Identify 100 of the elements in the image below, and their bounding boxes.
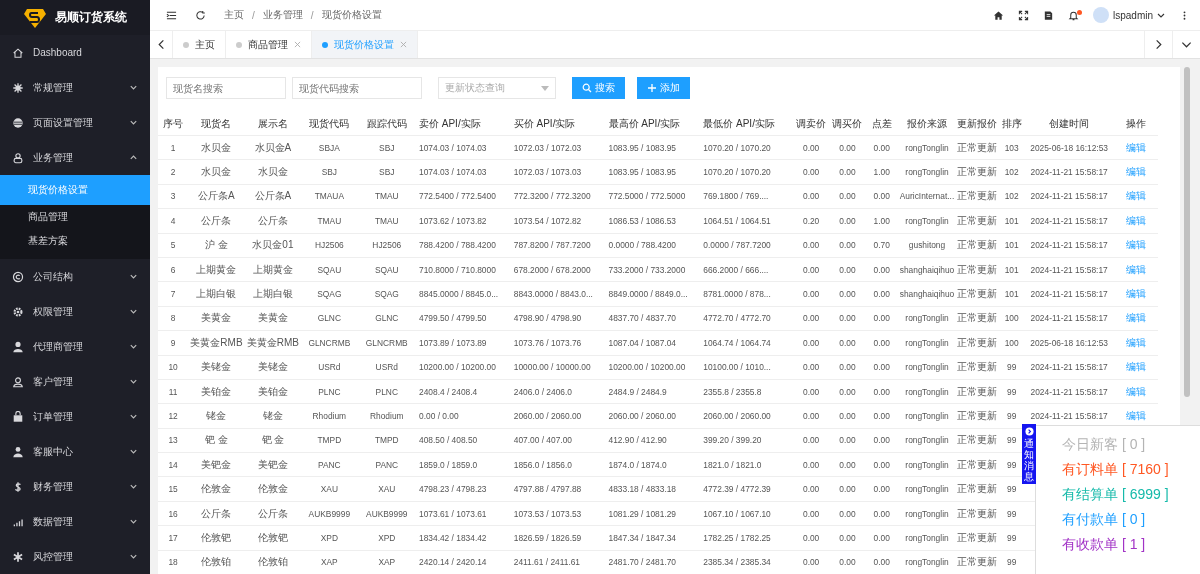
table-cell: 0.00 / 0.00 <box>416 403 511 429</box>
table-cell: XPD <box>301 525 358 551</box>
submenu-item[interactable]: 商品管理 <box>0 205 150 229</box>
table-cell: 1 <box>158 135 189 160</box>
table-cell: GLNC <box>357 306 416 331</box>
table-cell: 4798.90 / 4798.90 <box>510 306 606 331</box>
table-cell: 2024-11-21 15:58:17 <box>1024 379 1114 404</box>
table-cell: 4798.23 / 4798.23 <box>416 476 511 502</box>
notice-item[interactable]: 有订料单 [ 7160 ] <box>1062 461 1200 480</box>
submenu-item[interactable]: 基差方案 <box>0 229 150 253</box>
refresh-icon[interactable] <box>195 9 206 21</box>
table-cell: 1064.74 / 1064.74 <box>700 330 793 355</box>
table-cell: 铑金 <box>244 403 302 429</box>
chevron-circle-icon <box>1024 427 1034 437</box>
sidebar-item[interactable]: 客服中心 <box>0 434 150 469</box>
column-header: 序号 <box>158 112 189 136</box>
column-header: 点差 <box>865 112 898 136</box>
sidebar-item[interactable]: Dashboard <box>0 35 150 70</box>
column-header: 现货代码 <box>301 112 358 136</box>
table-cell: 772.5400 / 772.5400 <box>416 184 511 209</box>
book-icon[interactable] <box>1042 9 1054 21</box>
table-cell: rongTonglin <box>897 330 957 355</box>
table-cell: 1073.61 / 1073.61 <box>416 501 511 526</box>
table-cell: 正常更新 <box>956 281 999 307</box>
breadcrumb-separator: / <box>252 9 255 21</box>
breadcrumb-link[interactable]: 业务管理 <box>262 8 303 22</box>
table-cell: 0.00 <box>829 403 866 429</box>
table-cell: USRd <box>301 355 358 380</box>
table-cell: 2355.8 / 2355.8 <box>700 379 793 404</box>
breadcrumb-link[interactable]: 主页 <box>224 8 244 22</box>
sidebar-item[interactable]: 订单管理 <box>0 399 150 434</box>
table-cell: 101 <box>998 208 1025 234</box>
scrollbar-thumb[interactable] <box>1184 67 1190 397</box>
table-cell: 1087.04 / 1087.04 <box>605 330 701 355</box>
table-cell: 0.00 <box>865 550 898 574</box>
table-cell: 8781.0000 / 878... <box>700 281 793 307</box>
table-cell: rongTonglin <box>897 550 957 574</box>
table-cell: 408.50 / 408.50 <box>416 428 511 453</box>
table-cell: 0.00 <box>829 355 866 380</box>
table-cell: 美铂金 <box>188 379 245 404</box>
table-cell: 美黄金 <box>244 306 302 331</box>
sidebar-item[interactable]: 财务管理 <box>0 469 150 504</box>
sidebar-item[interactable]: 客户管理 <box>0 364 150 399</box>
sidebar-item[interactable]: 业务管理 <box>0 140 150 175</box>
breadcrumb-link[interactable]: 现货价格设置 <box>321 8 382 22</box>
column-header: 跟踪代码 <box>357 112 416 136</box>
table-cell: 10200.00 / 10200.00 <box>416 355 511 380</box>
table-cell: 钯 金 <box>244 428 302 453</box>
table-cell: 772.5000 / 772.5000 <box>605 184 701 209</box>
sidebar-item[interactable]: 页面设置管理 <box>0 105 150 140</box>
table-cell: 1083.95 / 1083.95 <box>605 159 701 185</box>
notice-tab[interactable]: 通知消息 <box>1022 424 1036 485</box>
fullscreen-icon[interactable] <box>1017 9 1029 21</box>
table-cell: 0.00 <box>865 428 898 453</box>
sidebar-item[interactable]: 常规管理 <box>0 70 150 105</box>
table-cell: 正常更新 <box>956 135 999 160</box>
table-cell: 公斤条A <box>244 184 302 209</box>
column-header: 最高价 API/实际 <box>605 112 701 136</box>
table-cell: 1826.59 / 1826.59 <box>510 525 606 551</box>
table-cell: 2060.00 / 2060.00 <box>700 403 793 429</box>
table-cell: 1847.34 / 1847.34 <box>605 525 701 551</box>
sidebar-item[interactable]: 代理商管理 <box>0 329 150 364</box>
table-cell: 0.00 <box>865 501 898 526</box>
table-cell: gushitong <box>897 233 957 258</box>
sidebar-item[interactable]: 公司结构 <box>0 259 150 294</box>
breadcrumb-separator: / <box>310 9 314 21</box>
table-cell: 正常更新 <box>956 159 999 185</box>
page-tab[interactable]: 主页 <box>173 31 226 58</box>
table-cell: TMPD <box>301 428 358 453</box>
sidebar-item[interactable]: 风控管理 <box>0 539 150 574</box>
table-cell: 水贝金 <box>188 135 245 160</box>
search-field[interactable]: 现货代码搜索 <box>292 77 422 99</box>
table-cell: Rhodium <box>301 403 358 429</box>
user-menu[interactable]: lspadmin <box>1092 7 1165 23</box>
table-cell: 伦敦金 <box>244 476 302 502</box>
table-cell: 1070.20 / 1070.20 <box>700 159 793 185</box>
table-cell: 99 <box>998 379 1025 404</box>
table-cell: 0.00 <box>793 403 830 429</box>
sidebar-item[interactable]: 权限管理 <box>0 294 150 329</box>
table-cell: 99 <box>998 355 1025 380</box>
table-cell: 16 <box>158 501 189 526</box>
table-cell: HJ2506 <box>301 233 358 258</box>
table-cell: XAP <box>357 550 416 574</box>
table-cell: 10100.00 / 1010... <box>700 355 793 380</box>
table-cell: 美黄金RMB <box>188 330 245 355</box>
table-cell: 0.00 <box>829 428 866 453</box>
table-cell: 1086.53 / 1086.53 <box>605 208 701 234</box>
table-cell: 美黄金 <box>188 306 245 331</box>
table-cell: 0.00 <box>865 379 898 404</box>
table-cell: shanghaiqihuo <box>897 281 957 307</box>
table-cell: 678.2000 / 678.2000 <box>510 257 606 282</box>
table-cell: TMAU <box>357 208 416 234</box>
table-cell: 0.00 <box>865 281 898 307</box>
bell-icon[interactable] <box>1067 9 1079 21</box>
table-cell: 2024-11-21 15:58:17 <box>1024 281 1114 307</box>
sidebar-item[interactable]: 数据管理 <box>0 504 150 539</box>
table-cell: 11 <box>158 379 189 404</box>
search-field[interactable]: 现货名搜索 <box>166 77 286 99</box>
notice-item[interactable]: 有收款单 [ 1 ] <box>1062 536 1200 555</box>
home-icon[interactable] <box>992 9 1004 21</box>
